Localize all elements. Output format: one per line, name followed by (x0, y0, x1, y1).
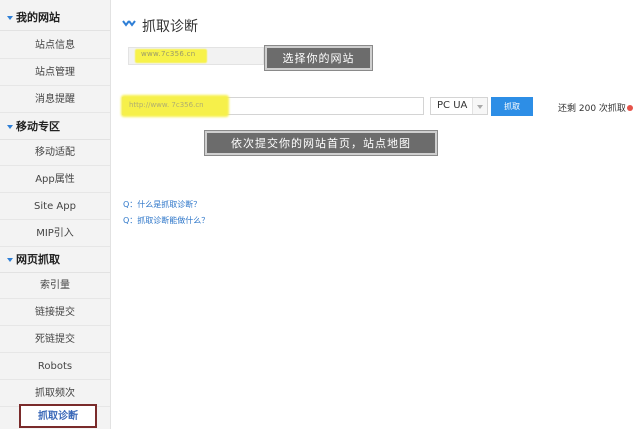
callout-submit-hint: 依次提交你的网站首页，站点地图 (205, 131, 437, 155)
sidebar-section-crawl[interactable]: 网页抓取 (0, 247, 110, 273)
page-title: 抓取诊断 (142, 19, 198, 35)
sidebar-item-link-submit[interactable]: 链接提交 (0, 300, 110, 326)
sidebar-section-label: 网页抓取 (16, 253, 60, 266)
site-select-value: www.7c356.cn (141, 50, 196, 58)
sidebar-item-mip[interactable]: MIP引入 (0, 221, 110, 247)
triangle-down-icon (7, 16, 13, 20)
chevron-down-icon (477, 105, 483, 109)
help-icon[interactable] (626, 104, 633, 111)
sidebar: 我的网站 站点信息 站点管理 消息提醒 移动专区 移动适配 App属性 Site… (0, 0, 111, 429)
url-input[interactable]: http://www. 7c356.cn (121, 95, 424, 117)
sidebar-item-deadlink-submit[interactable]: 死链提交 (0, 327, 110, 353)
sidebar-item-robots[interactable]: Robots (0, 354, 110, 380)
dropdown-arrow[interactable] (472, 98, 487, 114)
sidebar-item-messages[interactable]: 消息提醒 (0, 87, 110, 113)
sidebar-item-site-manage[interactable]: 站点管理 (0, 60, 110, 86)
url-input-value: http://www. 7c356.cn (129, 101, 204, 109)
faq-link-purpose[interactable]: Q：抓取诊断能做什么？ (123, 215, 209, 226)
sidebar-item-index[interactable]: 索引量 (0, 273, 110, 299)
double-chevron-icon (122, 20, 136, 27)
sidebar-item-app-attr[interactable]: App属性 (0, 167, 110, 193)
callout-select-site: 选择你的网站 (265, 46, 372, 70)
sidebar-item-crawl-diagnosis[interactable]: 抓取诊断 (19, 404, 97, 428)
sidebar-item-site-info[interactable]: 站点信息 (0, 33, 110, 59)
sidebar-item-mobile-adapt[interactable]: 移动适配 (0, 140, 110, 166)
fetch-button[interactable]: 抓取 (491, 97, 533, 116)
sidebar-section-label: 我的网站 (16, 11, 60, 24)
triangle-down-icon (7, 258, 13, 262)
faq-link-what[interactable]: Q：什么是抓取诊断？ (123, 199, 201, 210)
sidebar-section-mobile[interactable]: 移动专区 (0, 114, 110, 140)
sidebar-section-my-site[interactable]: 我的网站 (0, 5, 110, 31)
remaining-text: 还剩 200 次抓取 (558, 104, 626, 114)
ua-select[interactable]: PC UA (430, 97, 488, 115)
remaining-count: 还剩 200 次抓取 (558, 101, 633, 114)
triangle-down-icon (7, 125, 13, 129)
sidebar-item-site-app[interactable]: Site App (0, 194, 110, 220)
ua-select-value: PC UA (437, 100, 468, 111)
sidebar-section-label: 移动专区 (16, 120, 60, 133)
site-select[interactable]: www.7c356.cn (128, 47, 264, 65)
